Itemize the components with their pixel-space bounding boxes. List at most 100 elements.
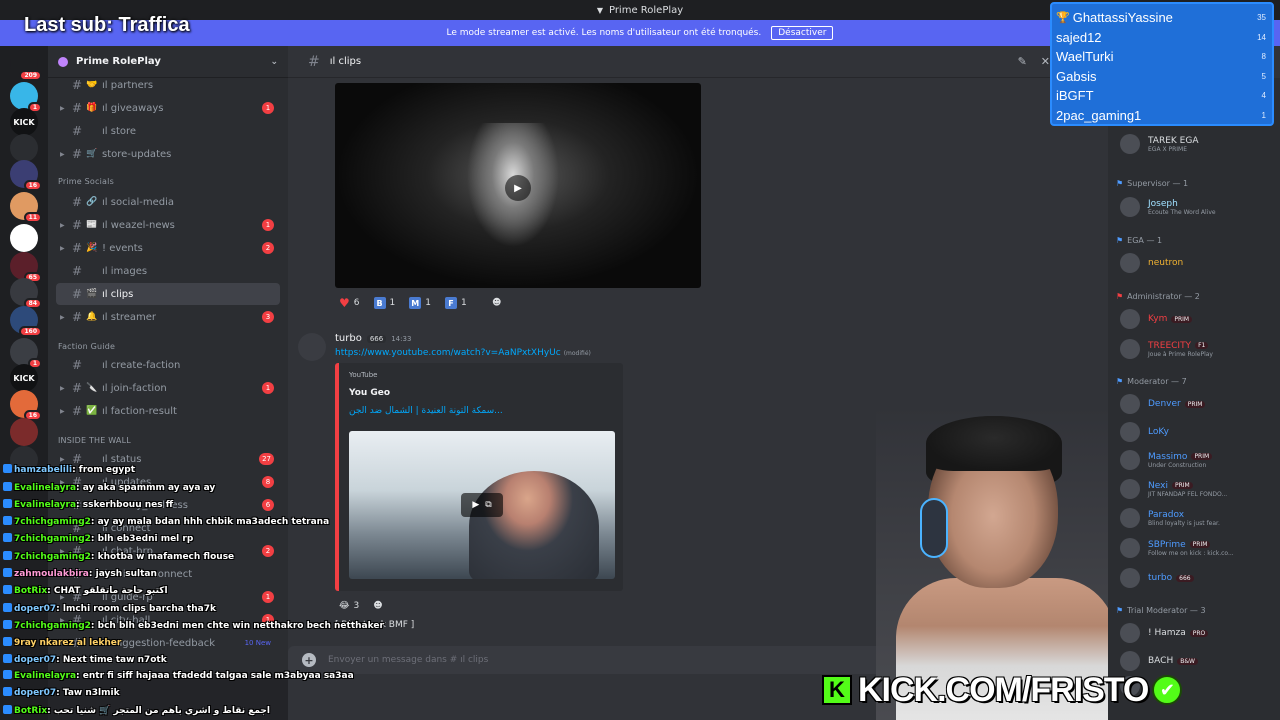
- server-icon[interactable]: 1: [10, 338, 42, 369]
- category-faction-guide[interactable]: Faction Guide: [58, 342, 115, 351]
- member-item[interactable]: TREECITY F1 Joue à Prime RolePlay: [1120, 337, 1276, 361]
- member-category: ⚑ Supervisor — 1: [1116, 179, 1188, 188]
- category-inside-the-wall[interactable]: INSIDE THE WALL: [58, 436, 131, 445]
- server-icon[interactable]: [10, 418, 38, 446]
- member-item[interactable]: Joseph Ecoute The Word Alive: [1120, 195, 1276, 219]
- member-name-row: Nexi PRIM: [1148, 481, 1227, 491]
- chat-message: Evalinelayra: ay aka spammm ay aya ay: [3, 482, 215, 493]
- member-category: ⚑ Administrator — 2: [1116, 292, 1200, 301]
- member-item[interactable]: Nexi PRIM JIT NFANDAP FEL FONDO...: [1120, 477, 1276, 501]
- channel-item[interactable]: # ıl store: [56, 120, 280, 142]
- member-item[interactable]: ! Hamza PRO: [1120, 621, 1276, 645]
- youtube-link[interactable]: https://www.youtube.com/watch?v=AaNPxtXH…: [335, 348, 561, 358]
- reaction-chip[interactable]: B1: [370, 294, 400, 312]
- server-icon[interactable]: KICK: [10, 364, 38, 392]
- member-tag: PRIM: [1171, 482, 1193, 489]
- server-icon[interactable]: 1: [10, 82, 42, 113]
- server-icon[interactable]: 11: [10, 192, 42, 223]
- channel-item[interactable]: ▶ # 🔪 ıl join-faction 1: [56, 377, 280, 399]
- member-item[interactable]: BACH B&W: [1120, 649, 1276, 673]
- channel-label: ıl join-faction: [102, 382, 167, 394]
- member-category: ⚑ EGA — 1: [1116, 236, 1162, 245]
- server-icon[interactable]: 209: [10, 50, 42, 81]
- member-name-row: TREECITY F1: [1148, 341, 1213, 351]
- reaction-chip[interactable]: M1: [405, 294, 435, 312]
- chat-message: 7chichgaming2: bch blh eb3edni men chte …: [3, 620, 384, 631]
- chat-badge-icon: [3, 568, 12, 577]
- kick-url: KICK.COM/FRISTO: [858, 670, 1149, 709]
- avatar[interactable]: [298, 333, 326, 361]
- embed-thumbnail[interactable]: ▶ ⧉: [349, 431, 615, 579]
- member-item[interactable]: TAREK EGA EGA X PRIME: [1120, 132, 1276, 156]
- channel-expand-icon: ▶: [60, 455, 65, 463]
- server-icon[interactable]: 65: [10, 252, 42, 283]
- server-icon[interactable]: [10, 224, 38, 252]
- reaction-laugh[interactable]: 😂 3: [335, 597, 363, 615]
- category-prime-socials[interactable]: Prime Socials: [58, 177, 114, 186]
- member-name: Paradox: [1148, 509, 1185, 520]
- member-item[interactable]: Kym PRIM: [1120, 307, 1276, 331]
- reaction-chip[interactable]: F1: [441, 294, 471, 312]
- channel-item[interactable]: # 🔗 ıl social-media: [56, 191, 280, 213]
- channel-item[interactable]: ▶ # 🔔 ıl streamer 3: [56, 306, 280, 328]
- add-attachment-icon[interactable]: +: [302, 653, 316, 667]
- member-item[interactable]: Massimo PRIM Under Construction: [1120, 448, 1276, 472]
- member-item[interactable]: turbo 666: [1120, 566, 1276, 590]
- add-reaction-icon[interactable]: ☻: [369, 597, 386, 615]
- channel-emoji-icon: 🎁: [86, 103, 98, 113]
- channel-item[interactable]: # ıl create-faction: [56, 354, 280, 376]
- chat-badge-icon: [3, 705, 12, 714]
- server-icon[interactable]: 16: [10, 160, 42, 191]
- disable-streamer-mode-button[interactable]: Désactiver: [771, 26, 834, 40]
- server-label: KICK: [13, 373, 35, 383]
- channel-item[interactable]: ▶ # 🛒 store-updates: [56, 143, 280, 165]
- channel-item[interactable]: ▶ # 🎁 ıl giveaways 1: [56, 97, 280, 119]
- threads-icon[interactable]: ✎: [1018, 55, 1027, 68]
- member-item[interactable]: neutron: [1120, 251, 1276, 275]
- member-item[interactable]: LoKy: [1120, 420, 1276, 444]
- channel-item[interactable]: ▶ # 🎉 ! events 2: [56, 237, 280, 259]
- message-author[interactable]: turbo: [335, 333, 362, 344]
- channel-item[interactable]: ▶ # ✅ ıl faction-result: [56, 400, 280, 422]
- avatar: [1120, 538, 1140, 558]
- server-icon[interactable]: [10, 134, 38, 162]
- gifter-row: WaelTurki 8: [1056, 47, 1266, 67]
- chat-text: : Next time taw n7otk: [56, 655, 167, 665]
- embed-provider: YouTube: [349, 371, 378, 379]
- heart-icon: ♥: [339, 296, 350, 310]
- server-icon[interactable]: 160: [10, 306, 42, 337]
- channel-item[interactable]: # ıl images: [56, 260, 280, 282]
- chat-message: doper07: lmchi room clips barcha tha7k: [3, 603, 216, 614]
- member-item[interactable]: Paradox Blind loyalty is just fear.: [1120, 506, 1276, 530]
- embed-title[interactable]: سمكة التونة العنيدة | الشمال ضد الجن...: [349, 406, 503, 416]
- chat-badge-icon: [3, 687, 12, 696]
- chat-message: 7chichgaming2: ay ay mala bdan hhh chbik…: [3, 516, 329, 527]
- avatar: [1120, 339, 1140, 359]
- member-tag: 666: [1176, 574, 1194, 582]
- reaction-chip[interactable]: ♥ 6: [335, 294, 364, 312]
- member-name-row: LoKy: [1148, 427, 1169, 437]
- server-icon[interactable]: KICK: [10, 108, 38, 136]
- channel-label: ıl giveaways: [102, 102, 164, 114]
- member-status: Follow me on kick : kick.co...: [1148, 549, 1234, 557]
- reaction-count: 3: [353, 601, 360, 611]
- video-attachment[interactable]: ▶: [335, 83, 701, 288]
- play-icon[interactable]: ▶ ⧉: [461, 493, 503, 517]
- server-icon[interactable]: 84: [10, 278, 42, 309]
- member-tag: B&W: [1177, 657, 1198, 665]
- channel-emoji-icon: 📰: [86, 220, 98, 230]
- channel-hash-icon: #: [71, 195, 83, 209]
- add-reaction-icon[interactable]: ☻: [488, 294, 505, 312]
- channel-item[interactable]: # 🤝 ıl partners: [56, 74, 280, 96]
- member-item[interactable]: Denver PRIM: [1120, 392, 1276, 416]
- play-icon[interactable]: ▶: [505, 175, 531, 201]
- embed-channel[interactable]: You Geo: [349, 388, 390, 398]
- server-icon[interactable]: 16: [10, 390, 42, 421]
- mute-icon[interactable]: ✕: [1041, 55, 1050, 68]
- unread-badge: 2: [262, 545, 274, 557]
- member-item[interactable]: SBPrime PRIM Follow me on kick : kick.co..…: [1120, 536, 1276, 560]
- channel-emoji-icon: 🔪: [86, 383, 98, 393]
- unread-badge: 209: [19, 70, 42, 81]
- channel-item[interactable]: # 🎬 ıl clips: [56, 283, 280, 305]
- channel-item[interactable]: ▶ # 📰 ıl weazel-news 1: [56, 214, 280, 236]
